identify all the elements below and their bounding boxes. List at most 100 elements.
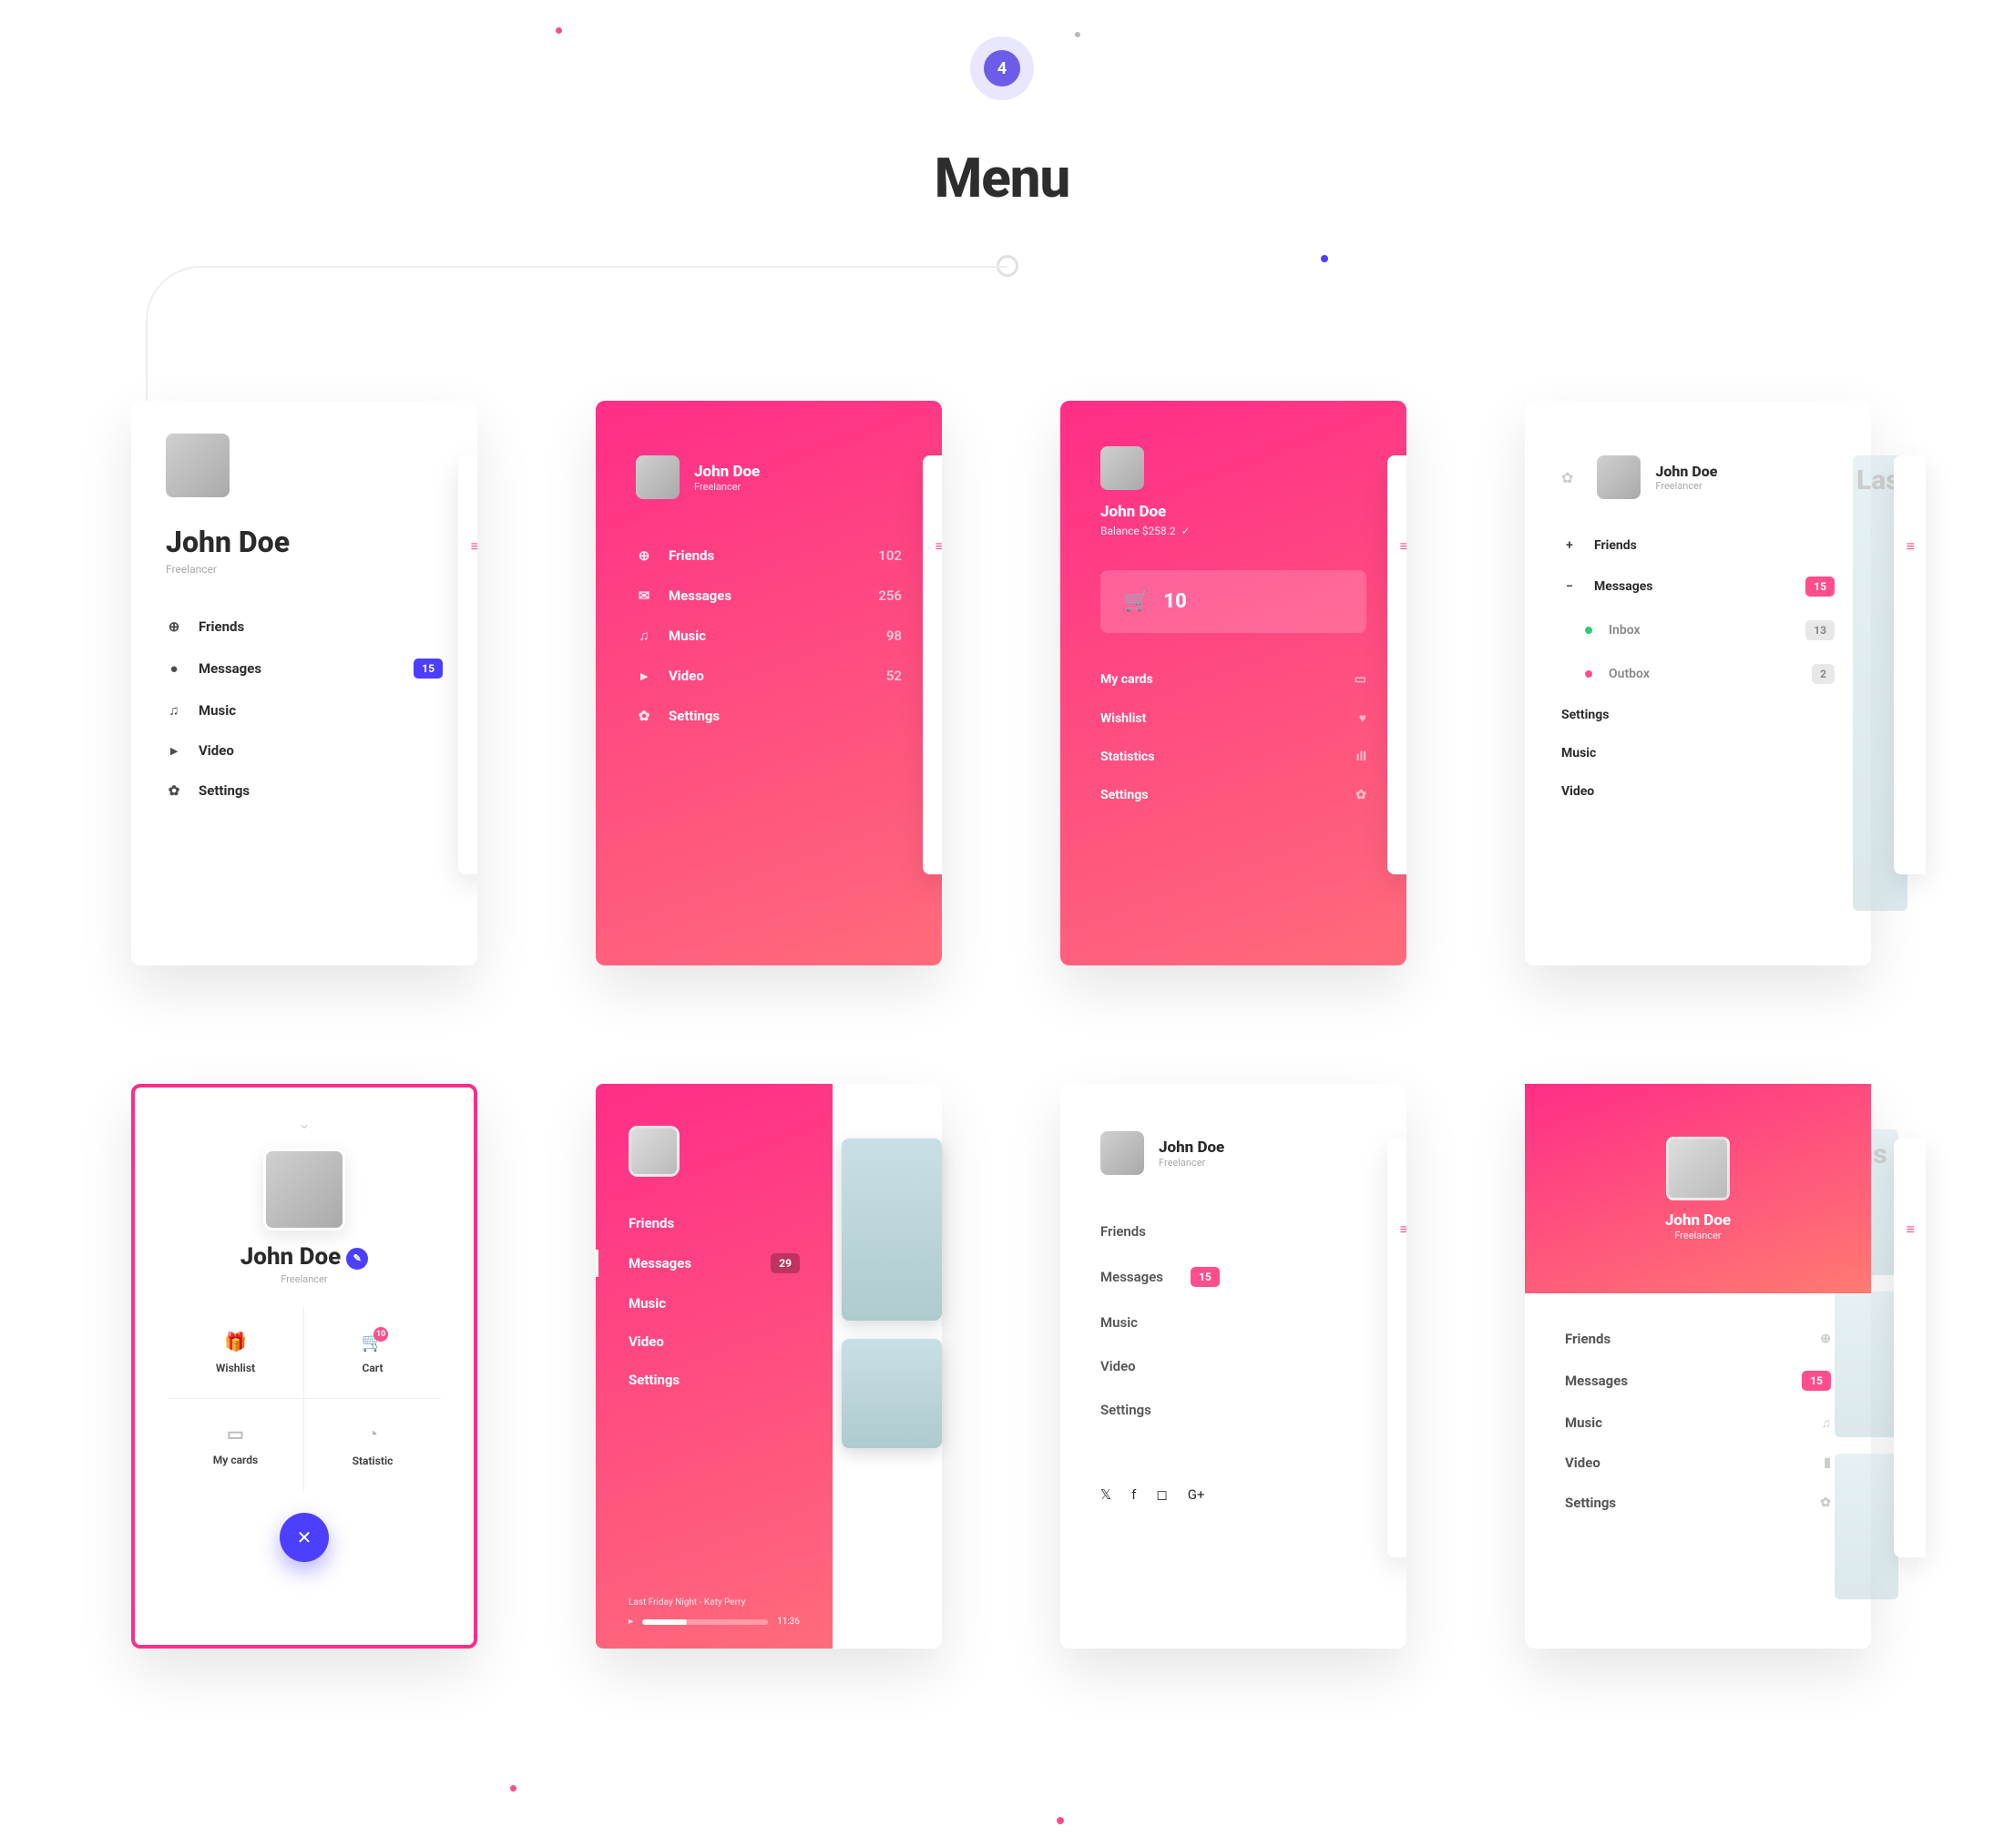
close-button[interactable]: ✕: [280, 1513, 329, 1562]
menu-item-messages[interactable]: −Messages15: [1561, 565, 1835, 608]
messages-badge: 15: [1802, 1371, 1831, 1391]
menu-item-settings[interactable]: ✿Settings: [636, 696, 902, 736]
user-name: John Doe: [166, 525, 443, 559]
menu-item-friends[interactable]: Friends: [629, 1204, 800, 1242]
avatar[interactable]: [629, 1126, 680, 1177]
heart-icon: ♥: [1359, 710, 1366, 726]
menu-item-video[interactable]: Video: [629, 1322, 800, 1361]
edit-button[interactable]: ✎: [346, 1248, 368, 1270]
gear-icon[interactable]: ✿: [1561, 469, 1573, 486]
menu-lines-icon[interactable]: ≡: [936, 537, 942, 556]
globe-icon: ⊕: [166, 618, 182, 635]
menu-item-messages[interactable]: Messages15: [1100, 1253, 1366, 1301]
menu-item-music[interactable]: ♫Music98: [636, 616, 902, 656]
video-icon: ▮: [1824, 1455, 1831, 1470]
label: Messages: [669, 587, 731, 604]
menu-item-settings[interactable]: Settings: [1561, 696, 1835, 734]
chevron-down-icon[interactable]: ⌄: [135, 1115, 474, 1132]
menu-item-settings[interactable]: Settings: [629, 1361, 800, 1399]
label: Outbox: [1609, 667, 1650, 681]
side-panel: ≡: [1387, 1138, 1406, 1557]
menu-lines-icon[interactable]: ≡: [1907, 537, 1915, 556]
settings-icon: ✿: [166, 782, 182, 799]
section-title: Menu: [935, 146, 1070, 210]
menu-item-music[interactable]: Music: [1100, 1301, 1366, 1344]
menu-lines-icon[interactable]: ≡: [471, 537, 477, 556]
menu-item-messages[interactable]: Messages29: [629, 1242, 800, 1284]
avatar[interactable]: [1666, 1137, 1730, 1200]
googleplus-icon[interactable]: G+: [1188, 1486, 1205, 1503]
grid-wishlist[interactable]: 🎁Wishlist: [168, 1307, 304, 1399]
menu-item-wishlist[interactable]: Wishlist♥: [1100, 699, 1366, 738]
cart-summary[interactable]: 🛒10: [1100, 570, 1366, 633]
drawer: Friends Messages29 Music Video Settings …: [596, 1084, 833, 1649]
music-icon: ♫: [166, 702, 182, 719]
label: Settings: [1565, 1495, 1616, 1511]
twitter-icon[interactable]: 𝕏: [1100, 1486, 1111, 1503]
menu-item-music[interactable]: Music♫: [1565, 1403, 1831, 1443]
label: Friends: [1565, 1331, 1610, 1347]
menu-item-mycards[interactable]: My cards▭: [1100, 660, 1366, 699]
menu-card-1: ≡ John Doe Freelancer ⊕Friends ●Messages…: [131, 401, 477, 965]
grid-cart[interactable]: 🛒10Cart: [304, 1307, 441, 1399]
menu-card-6: Friends Messages29 Music Video Settings …: [596, 1084, 942, 1649]
menu-card-5: ⌄ John Doe✎ Freelancer 🎁Wishlist 🛒10Cart…: [131, 1084, 477, 1649]
avatar[interactable]: [1100, 1131, 1144, 1175]
menu-item-messages[interactable]: ✉Messages256: [636, 576, 902, 616]
label: Friends: [1594, 538, 1637, 553]
menu-item-friends[interactable]: Friends⊕: [1565, 1319, 1831, 1359]
menu-item-video[interactable]: ▸Video52: [636, 656, 902, 696]
settings-icon: ✿: [1355, 788, 1366, 802]
menu-item-friends[interactable]: ⊕Friends102: [636, 536, 902, 576]
menu-item-settings[interactable]: Settings✿: [1100, 776, 1366, 814]
submenu-item-inbox[interactable]: Inbox13: [1561, 608, 1835, 652]
avatar[interactable]: [166, 434, 230, 497]
peek-image: [842, 1138, 942, 1321]
menu-lines-icon[interactable]: ≡: [1400, 537, 1406, 556]
menu-item-statistics[interactable]: Statisticsıll: [1100, 738, 1366, 776]
menu-item-music[interactable]: ♫ Music: [166, 690, 443, 730]
grid-statistic[interactable]: ◔Statistic: [304, 1399, 441, 1491]
count: 102: [878, 547, 902, 564]
decoration-dot: [510, 1785, 516, 1792]
label: Video: [1565, 1455, 1600, 1471]
facebook-icon[interactable]: f: [1131, 1486, 1136, 1503]
instagram-icon[interactable]: ◻: [1156, 1486, 1167, 1503]
chart-icon: ıll: [1356, 750, 1366, 764]
menu-item-video[interactable]: ▸Video: [166, 730, 443, 771]
globe-icon: ⊕: [636, 547, 652, 564]
menu-item-friends[interactable]: Friends: [1100, 1210, 1366, 1253]
menu-item-settings[interactable]: ✿Settings: [166, 771, 443, 811]
decoration-dot: [556, 27, 562, 34]
section-number: 4: [984, 50, 1020, 87]
label: Video: [1561, 784, 1594, 799]
label: Music: [199, 702, 236, 719]
avatar[interactable]: [263, 1149, 345, 1230]
menu-item-friends[interactable]: ⊕Friends: [166, 607, 443, 647]
inbox-badge: 13: [1805, 620, 1835, 640]
menu-item-settings[interactable]: Settings✿: [1565, 1483, 1831, 1523]
menu-item-messages[interactable]: ●Messages15: [166, 647, 443, 690]
avatar[interactable]: [1100, 446, 1144, 490]
menu-card-8: Las ≡ John Doe Freelancer Friends⊕ Messa…: [1525, 1084, 1871, 1649]
avatar[interactable]: [636, 455, 680, 499]
submenu-item-outbox[interactable]: Outbox2: [1561, 652, 1835, 696]
grid-mycards[interactable]: ▭My cards: [168, 1399, 304, 1491]
menu-item-video[interactable]: Video: [1561, 772, 1835, 811]
menu-item-video[interactable]: Video ▮: [1565, 1443, 1831, 1483]
menu-lines-icon[interactable]: ≡: [1907, 1220, 1915, 1239]
menu-item-friends[interactable]: +Friends: [1561, 526, 1835, 565]
cart-icon: 🛒10: [304, 1331, 441, 1353]
menu-item-music[interactable]: Music: [629, 1284, 800, 1322]
menu-item-video[interactable]: Video: [1100, 1344, 1366, 1388]
settings-icon: ✿: [636, 708, 652, 724]
menu-item-messages[interactable]: Messages15: [1565, 1359, 1831, 1403]
status-dot-icon: [1585, 670, 1592, 678]
menu-item-music[interactable]: Music: [1561, 734, 1835, 772]
mini-player[interactable]: ▸ 11:36: [629, 1617, 800, 1627]
avatar[interactable]: [1597, 455, 1641, 499]
play-icon[interactable]: ▸: [629, 1617, 633, 1627]
progress-track[interactable]: [642, 1619, 768, 1625]
menu-lines-icon[interactable]: ≡: [1400, 1220, 1406, 1239]
menu-item-settings[interactable]: Settings: [1100, 1388, 1366, 1432]
